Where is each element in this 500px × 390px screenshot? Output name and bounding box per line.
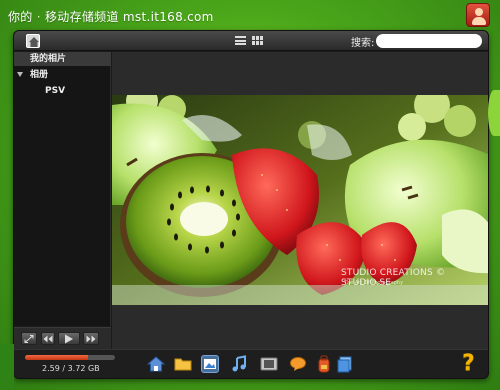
photo-manager-window: 搜索: 我的相片 相册 PSV STUDIO CREATIONS © STUDI… [13,30,489,379]
sidebar: 我的相片 相册 PSV [14,52,111,326]
fullscreen-button[interactable] [21,332,37,345]
background-leaf [488,90,500,136]
home-icon[interactable] [146,355,166,373]
play-button[interactable] [58,332,80,345]
sidebar-item-albums[interactable]: 相册 [14,68,111,82]
banner-title-prefix: 你的 [8,10,33,24]
sidebar-item-my-photos[interactable]: 我的相片 [14,52,111,66]
banner-title-bullet: · [36,10,41,24]
banner-title: 你的 · 移动存储频道 mst.it168.com [8,8,214,25]
sidebar-item-label: PSV [45,86,66,96]
previous-button[interactable] [41,332,55,345]
chat-icon[interactable] [289,355,307,373]
search-label: 搜索: [351,38,375,49]
fruit-photo[interactable]: STUDIO CREATIONS © STUDIO.SE The Art Of … [112,95,488,305]
bottom-dock: 2.59 / 3.72 GB ? [14,349,488,378]
backpack-icon[interactable] [315,355,333,373]
video-icon[interactable] [260,355,278,373]
next-button[interactable] [83,332,99,345]
storage-usage-bar [25,355,115,360]
banner-url: mst.it168.com [122,10,214,24]
playback-controls [14,327,111,349]
sidebar-item-label: 我的相片 [30,54,67,64]
banner-title-main: 移动存储频道 [44,10,119,24]
sidebar-item-label: 相册 [30,70,49,80]
top-banner: 你的 · 移动存储频道 mst.it168.com [0,0,500,30]
storage-usage-text: 2.59 / 3.72 GB [42,364,100,373]
folder-icon[interactable] [174,355,192,373]
list-view-icon[interactable] [235,36,246,45]
home-icon[interactable] [26,34,40,48]
music-icon[interactable] [230,355,248,373]
user-avatar-icon[interactable] [466,3,490,27]
photos-icon[interactable] [201,355,219,373]
photo-viewer: STUDIO CREATIONS © STUDIO.SE The Art Of … [112,52,488,349]
help-button[interactable]: ? [462,353,480,375]
expand-triangle-icon[interactable] [17,72,23,77]
storage-usage-fill [25,355,88,360]
search-input[interactable] [376,34,482,48]
grid-view-icon[interactable] [252,36,263,45]
documents-icon[interactable] [336,355,354,373]
photo-watermark-subtitle: The Art Of Photography [344,280,404,286]
sidebar-item-psv[interactable]: PSV [14,84,111,98]
toolbar: 搜索: [14,31,488,51]
background-leaf [0,344,14,390]
